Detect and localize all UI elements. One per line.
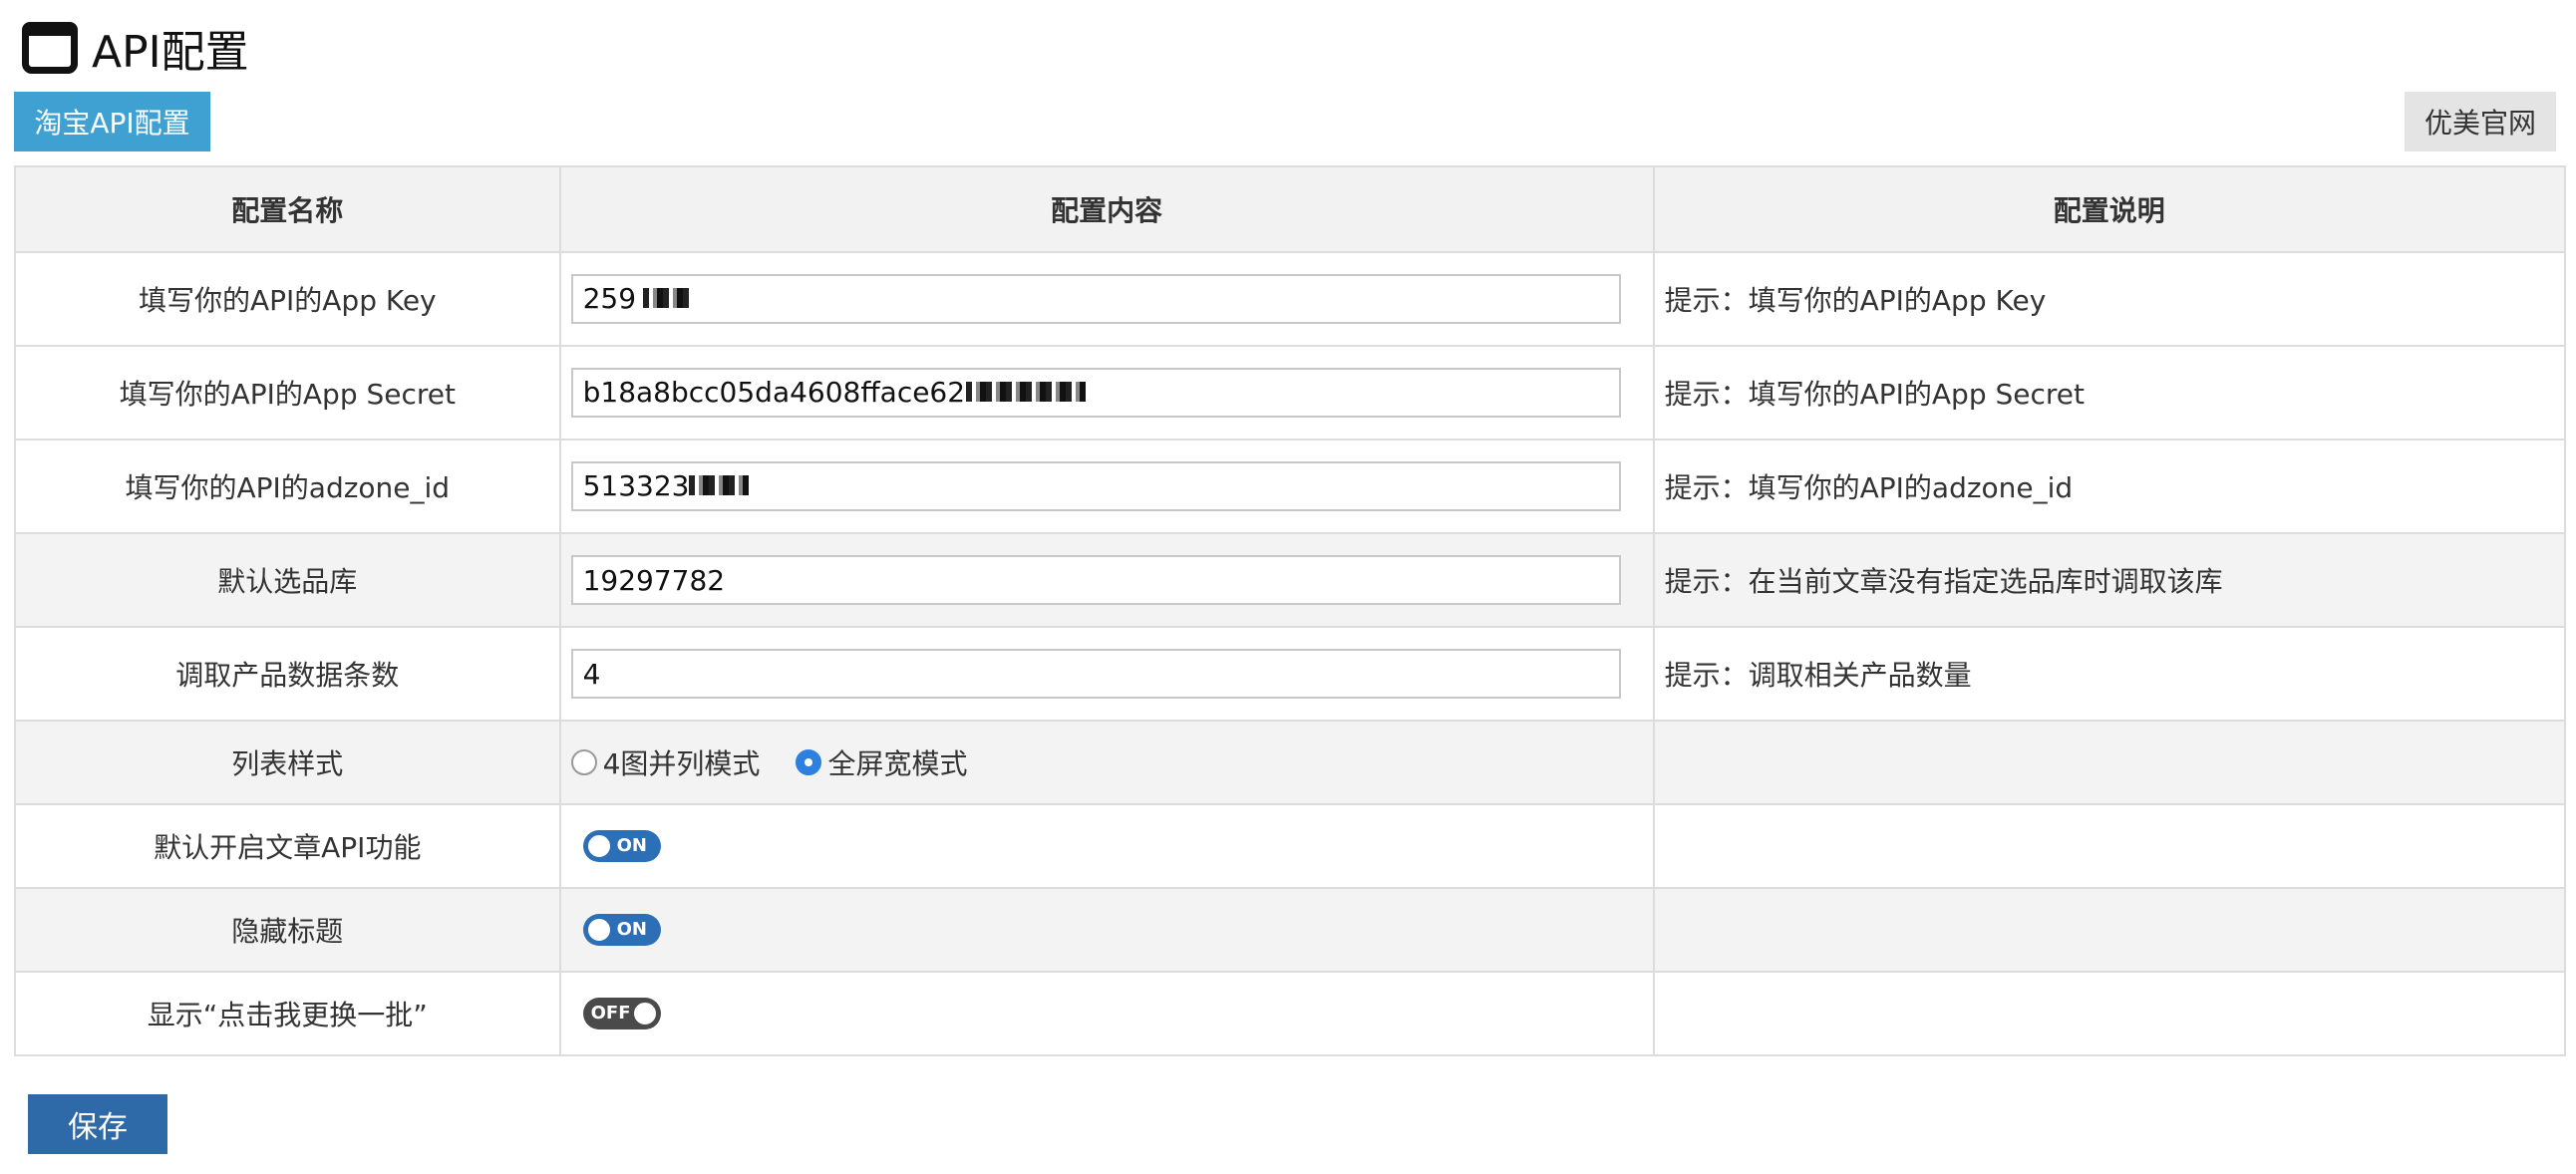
row-desc-default-library: 提示：在当前文章没有指定选品库时调取该库 (1652, 532, 2567, 628)
app-key-input[interactable] (570, 274, 1621, 324)
config-table: 配置名称 配置内容 配置说明 填写你的API的App Key 259 提示：填写… (14, 165, 2567, 1056)
app-secret-input[interactable] (570, 368, 1621, 418)
radio-label: 全屏宽模式 (827, 747, 968, 780)
row-label-adzone-id: 填写你的API的adzone_id (14, 439, 561, 534)
row-desc-empty (1652, 971, 2567, 1056)
table-header-row: 配置名称 配置内容 配置说明 (14, 165, 2567, 253)
table-row: 调取产品数据条数 提示：调取相关产品数量 (14, 626, 2567, 722)
page-title: API配置 (92, 27, 249, 78)
row-content: ON (558, 803, 1655, 889)
masked-text (965, 382, 1086, 402)
toggle-knob (631, 1001, 658, 1027)
row-desc-app-secret: 提示：填写你的API的App Secret (1652, 345, 2567, 440)
row-content (558, 626, 1655, 722)
table-row: 隐藏标题 ON (14, 887, 2567, 973)
table-row: 默认选品库 提示：在当前文章没有指定选品库时调取该库 (14, 532, 2567, 628)
refresh-batch-toggle[interactable]: OFF (582, 998, 661, 1029)
row-label-article-api: 默认开启文章API功能 (14, 803, 561, 889)
row-desc-empty (1652, 803, 2567, 889)
row-desc-empty (1652, 887, 2567, 973)
window-icon (20, 20, 80, 76)
product-count-input[interactable] (570, 649, 1621, 699)
row-label-app-secret: 填写你的API的App Secret (14, 345, 561, 440)
row-desc-empty (1652, 720, 2567, 805)
header-config-name: 配置名称 (14, 165, 561, 253)
row-label-product-count: 调取产品数据条数 (14, 626, 561, 722)
page-header: API配置 (20, 20, 249, 78)
row-label-hide-title: 隐藏标题 (14, 887, 561, 973)
radio-label: 4图并列模式 (602, 747, 761, 780)
row-content: 259 (558, 251, 1655, 347)
row-label-app-key: 填写你的API的App Key (14, 251, 561, 347)
toggle-state: OFF (590, 1003, 631, 1024)
table-row: 列表样式 4图并列模式 全屏宽模式 (14, 720, 2567, 805)
article-api-toggle[interactable]: ON (582, 830, 661, 862)
hide-title-toggle[interactable]: ON (582, 914, 661, 946)
masked-text (642, 288, 689, 308)
app-secret-input-wrap: b18a8bcc05da4608fface62 (570, 368, 1621, 418)
adzone-id-input-wrap: 513323 (570, 461, 1621, 511)
toggle-state: ON (616, 835, 647, 856)
row-content: b18a8bcc05da4608fface62 (558, 345, 1655, 440)
row-label-list-style: 列表样式 (14, 720, 561, 805)
toggle-knob (585, 917, 612, 943)
table-row: 默认开启文章API功能 ON (14, 803, 2567, 889)
header-config-content: 配置内容 (558, 165, 1655, 253)
row-label-refresh-batch: 显示“点击我更换一批” (14, 971, 561, 1056)
taobao-api-tab[interactable]: 淘宝API配置 (14, 92, 210, 151)
row-content (558, 532, 1655, 628)
row-content: 4图并列模式 全屏宽模式 (558, 720, 1655, 805)
list-style-radio-group: 4图并列模式 全屏宽模式 (570, 742, 1621, 782)
row-desc-adzone-id: 提示：填写你的API的adzone_id (1652, 439, 2567, 534)
default-library-input[interactable] (570, 555, 1621, 605)
masked-text (688, 475, 749, 495)
row-desc-app-key: 提示：填写你的API的App Key (1652, 251, 2567, 347)
save-button[interactable]: 保存 (28, 1094, 167, 1154)
header-config-desc: 配置说明 (1652, 165, 2567, 253)
row-desc-product-count: 提示：调取相关产品数量 (1652, 626, 2567, 722)
toggle-state: ON (616, 919, 647, 940)
table-row: 填写你的API的App Secret b18a8bcc05da4608fface… (14, 345, 2567, 440)
table-row: 填写你的API的adzone_id 513323 提示：填写你的API的adzo… (14, 439, 2567, 534)
radio-circle[interactable] (570, 749, 597, 775)
row-content: 513323 (558, 439, 1655, 534)
app-key-input-wrap: 259 (570, 274, 1621, 324)
radio-circle-selected[interactable] (796, 749, 822, 775)
table-row: 显示“点击我更换一批” OFF (14, 971, 2567, 1056)
radio-full-width[interactable]: 全屏宽模式 (796, 742, 967, 782)
table-row: 填写你的API的App Key 259 提示：填写你的API的App Key (14, 251, 2567, 347)
row-content: ON (558, 887, 1655, 973)
toggle-knob (585, 833, 612, 859)
row-content: OFF (558, 971, 1655, 1056)
official-site-button[interactable]: 优美官网 (2405, 92, 2556, 151)
row-label-default-library: 默认选品库 (14, 532, 561, 628)
radio-four-grid[interactable]: 4图并列模式 (570, 742, 761, 782)
